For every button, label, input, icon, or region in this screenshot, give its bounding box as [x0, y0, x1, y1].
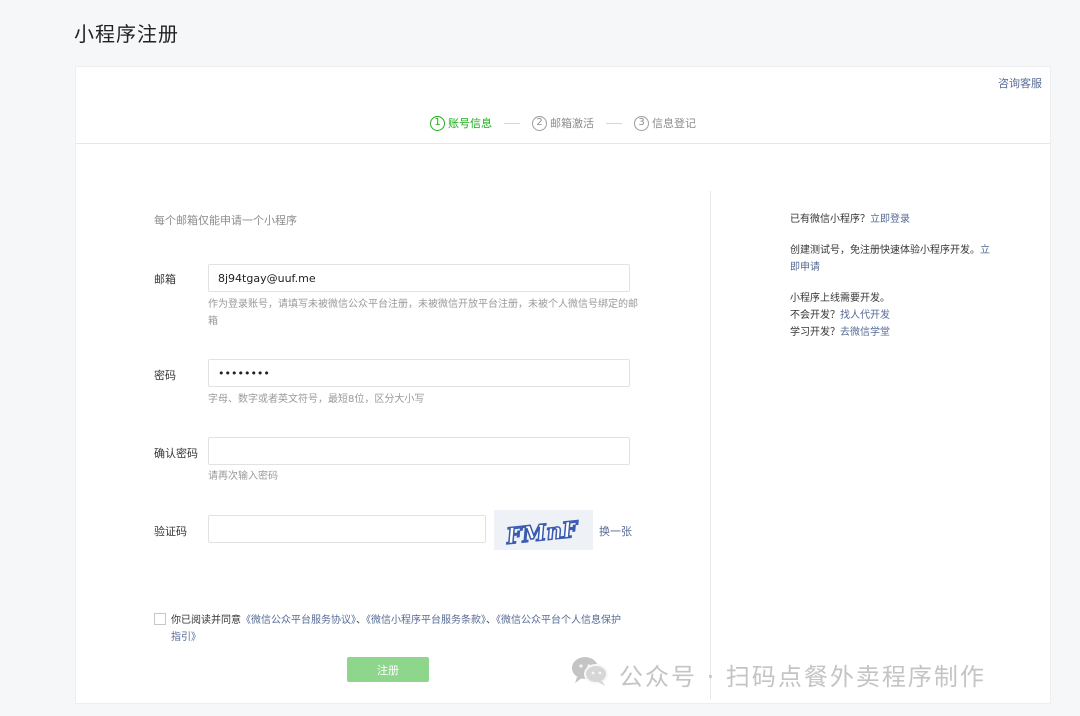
step-label: 信息登记 [652, 117, 696, 130]
side-login-text: 已有微信小程序？ [790, 214, 870, 225]
agreement-separator: 、 [356, 615, 366, 626]
side-test-account: 创建测试号，免注册快速体验小程序开发。立即申请 [790, 242, 990, 276]
confirm-password-label: 确认密码 [154, 447, 198, 460]
agreement-separator: 、 [486, 615, 496, 626]
password-label: 密码 [154, 369, 176, 382]
step-info-registration: 3 信息登记 [634, 115, 696, 131]
find-developer-link[interactable]: 找人代开发 [840, 310, 890, 321]
header-divider [76, 143, 1050, 144]
step-number-icon: 2 [532, 115, 547, 131]
watermark: 公众号 · 扫码点餐外卖程序制作 [571, 656, 986, 692]
step-separator [504, 122, 520, 124]
side-learn-text: 学习开发？ [790, 327, 840, 338]
confirm-password-field[interactable] [208, 437, 630, 465]
step-label: 账号信息 [448, 117, 492, 130]
side-login: 已有微信小程序？立即登录 [790, 211, 990, 228]
step-indicator: 1 账号信息 2 邮箱激活 3 信息登记 [76, 113, 1050, 133]
wechat-academy-link[interactable]: 去微信学堂 [840, 327, 890, 338]
password-value: •••••••• [218, 366, 270, 380]
captcha-refresh-link[interactable]: 换一张 [599, 523, 632, 539]
side-dev-line: 小程序上线需要开发。 [790, 293, 890, 304]
customer-service-link[interactable]: 咨询客服 [998, 75, 1042, 91]
step-account-info: 1 账号信息 [430, 115, 492, 131]
email-hint: 作为登录账号，请填写未被微信公众平台注册，未被微信开放平台注册，未被个人微信号绑… [208, 299, 638, 327]
form-note: 每个邮箱仅能申请一个小程序 [154, 214, 297, 227]
step-number-icon: 1 [430, 115, 445, 131]
side-panel: 已有微信小程序？立即登录 创建测试号，免注册快速体验小程序开发。立即申请 小程序… [790, 211, 990, 341]
email-label: 邮箱 [154, 273, 176, 286]
agreement-text: 你已阅读并同意《微信公众平台服务协议》、《微信小程序平台服务条款》、《微信公众平… [171, 612, 621, 646]
miniprogram-terms-link[interactable]: 《微信小程序平台服务条款》 [366, 615, 486, 626]
side-outsource-text: 不会开发？ [790, 310, 840, 321]
step-number-icon: 3 [634, 115, 649, 131]
side-test-text: 创建测试号，免注册快速体验小程序开发。 [790, 245, 980, 256]
register-button[interactable]: 注册 [347, 657, 429, 682]
step-separator [606, 122, 622, 124]
email-value: 8j94tgay@uuf.me [218, 271, 316, 285]
platform-service-agreement-link[interactable]: 《微信公众平台服务协议》 [241, 615, 356, 626]
step-label: 邮箱激活 [550, 117, 594, 130]
captcha-input[interactable] [208, 515, 486, 543]
watermark-text: 公众号 · 扫码点餐外卖程序制作 [619, 662, 986, 691]
password-hint: 字母、数字或者英文符号，最短8位，区分大小写 [208, 394, 425, 405]
email-field[interactable]: 8j94tgay@uuf.me [208, 264, 630, 292]
confirm-password-hint: 请再次输入密码 [208, 471, 278, 482]
side-dev-help: 小程序上线需要开发。 不会开发？找人代开发 学习开发？去微信学堂 [790, 290, 990, 341]
step-email-activation: 2 邮箱激活 [532, 115, 594, 131]
agreement-checkbox[interactable] [154, 613, 166, 625]
password-field[interactable]: •••••••• [208, 359, 630, 387]
registration-card: 咨询客服 1 账号信息 2 邮箱激活 3 信息登记 每个邮箱仅能申请一个小程序 … [75, 66, 1051, 704]
vertical-divider [710, 191, 711, 699]
login-link[interactable]: 立即登录 [870, 214, 910, 225]
captcha-image[interactable]: FMnF [494, 510, 593, 551]
page-title: 小程序注册 [74, 22, 179, 46]
agreement-prefix: 你已阅读并同意 [171, 615, 241, 626]
captcha-label: 验证码 [154, 525, 187, 538]
wechat-icon [571, 655, 609, 693]
